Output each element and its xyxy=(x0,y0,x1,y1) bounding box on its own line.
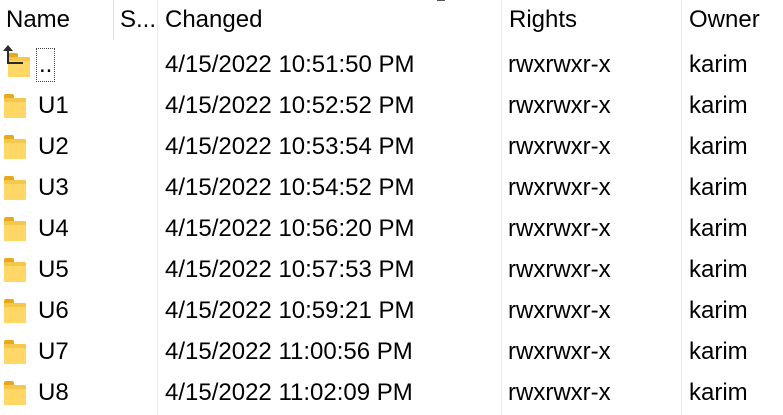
file-changed: 4/15/2022 11:02:09 PM xyxy=(165,379,413,406)
file-name: U5 xyxy=(38,256,69,283)
file-row-parent[interactable]: .. 4/15/2022 10:51:50 PM rwxrwxr-x karim xyxy=(0,44,783,85)
file-name: .. xyxy=(36,48,56,82)
file-changed: 4/15/2022 11:00:56 PM xyxy=(165,338,413,365)
file-changed: 4/15/2022 10:51:50 PM xyxy=(165,51,415,78)
folder-icon xyxy=(4,135,26,159)
file-name: U8 xyxy=(38,379,69,406)
file-changed: 4/15/2022 10:53:54 PM xyxy=(165,133,415,160)
file-owner: karim xyxy=(689,297,748,324)
file-row[interactable]: U4 4/15/2022 10:56:20 PM rwxrwxr-x karim xyxy=(0,208,783,249)
up-arrow-icon xyxy=(3,45,23,64)
folder-icon xyxy=(4,258,26,282)
file-list-header: Name S... Changed Rights Owner xyxy=(0,0,783,40)
file-changed: 4/15/2022 10:57:53 PM xyxy=(165,256,415,283)
column-header-owner[interactable]: Owner xyxy=(683,0,783,40)
file-row[interactable]: U3 4/15/2022 10:54:52 PM rwxrwxr-x karim xyxy=(0,167,783,208)
file-name: U3 xyxy=(38,174,69,201)
file-rights: rwxrwxr-x xyxy=(508,215,611,242)
file-owner: karim xyxy=(689,51,748,78)
column-header-size[interactable]: S... xyxy=(114,0,156,40)
file-name: U7 xyxy=(38,338,69,365)
file-rights: rwxrwxr-x xyxy=(508,379,611,406)
folder-icon xyxy=(4,176,26,200)
file-owner: karim xyxy=(689,256,748,283)
file-rights: rwxrwxr-x xyxy=(508,133,611,160)
sort-indicator-icon xyxy=(437,0,445,5)
file-row[interactable]: U6 4/15/2022 10:59:21 PM rwxrwxr-x karim xyxy=(0,290,783,331)
parent-directory-icon xyxy=(3,44,30,85)
file-name: U6 xyxy=(38,297,69,324)
file-changed: 4/15/2022 10:56:20 PM xyxy=(165,215,415,242)
file-rights: rwxrwxr-x xyxy=(508,51,611,78)
file-name: U2 xyxy=(38,133,69,160)
file-row[interactable]: U5 4/15/2022 10:57:53 PM rwxrwxr-x karim xyxy=(0,249,783,290)
file-rights: rwxrwxr-x xyxy=(508,174,611,201)
file-list: .. 4/15/2022 10:51:50 PM rwxrwxr-x karim… xyxy=(0,44,783,413)
file-owner: karim xyxy=(689,92,748,119)
column-header-rights[interactable]: Rights xyxy=(503,0,681,40)
file-owner: karim xyxy=(689,338,748,365)
column-header-changed[interactable]: Changed xyxy=(159,0,499,40)
file-rights: rwxrwxr-x xyxy=(508,297,611,324)
file-rights: rwxrwxr-x xyxy=(508,92,611,119)
file-changed: 4/15/2022 10:52:52 PM xyxy=(165,92,415,119)
folder-icon xyxy=(4,299,26,323)
file-row[interactable]: U2 4/15/2022 10:53:54 PM rwxrwxr-x karim xyxy=(0,126,783,167)
file-owner: karim xyxy=(689,379,748,406)
file-name: U1 xyxy=(38,92,69,119)
file-rights: rwxrwxr-x xyxy=(508,338,611,365)
file-name: U4 xyxy=(38,215,69,242)
folder-icon xyxy=(4,217,26,241)
file-rights: rwxrwxr-x xyxy=(508,256,611,283)
file-changed: 4/15/2022 10:54:52 PM xyxy=(165,174,415,201)
column-header-name[interactable]: Name xyxy=(0,0,112,40)
folder-icon xyxy=(4,381,26,405)
file-row[interactable]: U1 4/15/2022 10:52:52 PM rwxrwxr-x karim xyxy=(0,85,783,126)
column-divider[interactable] xyxy=(113,0,114,40)
file-changed: 4/15/2022 10:59:21 PM xyxy=(165,297,415,324)
file-owner: karim xyxy=(689,215,748,242)
folder-icon xyxy=(4,340,26,364)
file-owner: karim xyxy=(689,133,748,160)
file-row[interactable]: U7 4/15/2022 11:00:56 PM rwxrwxr-x karim xyxy=(0,331,783,372)
file-row[interactable]: U8 4/15/2022 11:02:09 PM rwxrwxr-x karim xyxy=(0,372,783,413)
file-owner: karim xyxy=(689,174,748,201)
folder-icon xyxy=(4,94,26,118)
